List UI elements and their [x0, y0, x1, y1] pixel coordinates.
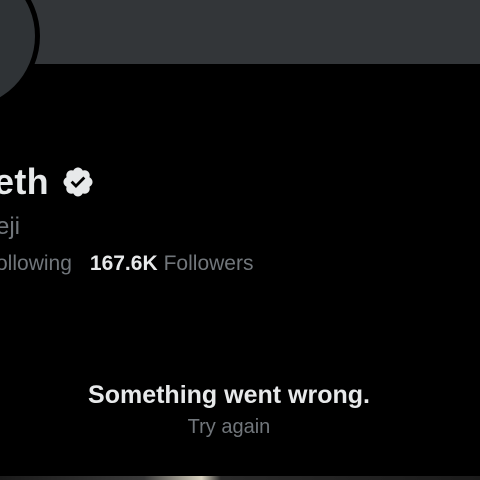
following-label: ollowing: [0, 252, 72, 275]
profile-handle: eji: [0, 213, 21, 240]
error-state: Something went wrong. Try again: [0, 378, 458, 440]
profile-stats: ollowing 167.6K Followers: [0, 250, 253, 278]
error-message: Something went wrong.: [88, 381, 370, 409]
bottom-edge-strip: [0, 476, 480, 480]
profile-page: eth eji ollowing 167.6K Followers Someth…: [0, 0, 480, 480]
profile-banner[interactable]: [0, 0, 480, 64]
avatar-image: [0, 0, 35, 107]
verified-badge-icon[interactable]: [61, 165, 95, 199]
name-row: eth: [0, 160, 95, 204]
following-link[interactable]: ollowing: [0, 250, 72, 278]
followers-link[interactable]: 167.6K Followers: [90, 250, 254, 278]
display-name: eth: [0, 161, 49, 202]
try-again-button[interactable]: Try again: [188, 414, 271, 440]
profile-avatar[interactable]: [0, 0, 40, 112]
followers-count: 167.6K: [89, 252, 158, 275]
followers-label: Followers: [163, 252, 254, 275]
